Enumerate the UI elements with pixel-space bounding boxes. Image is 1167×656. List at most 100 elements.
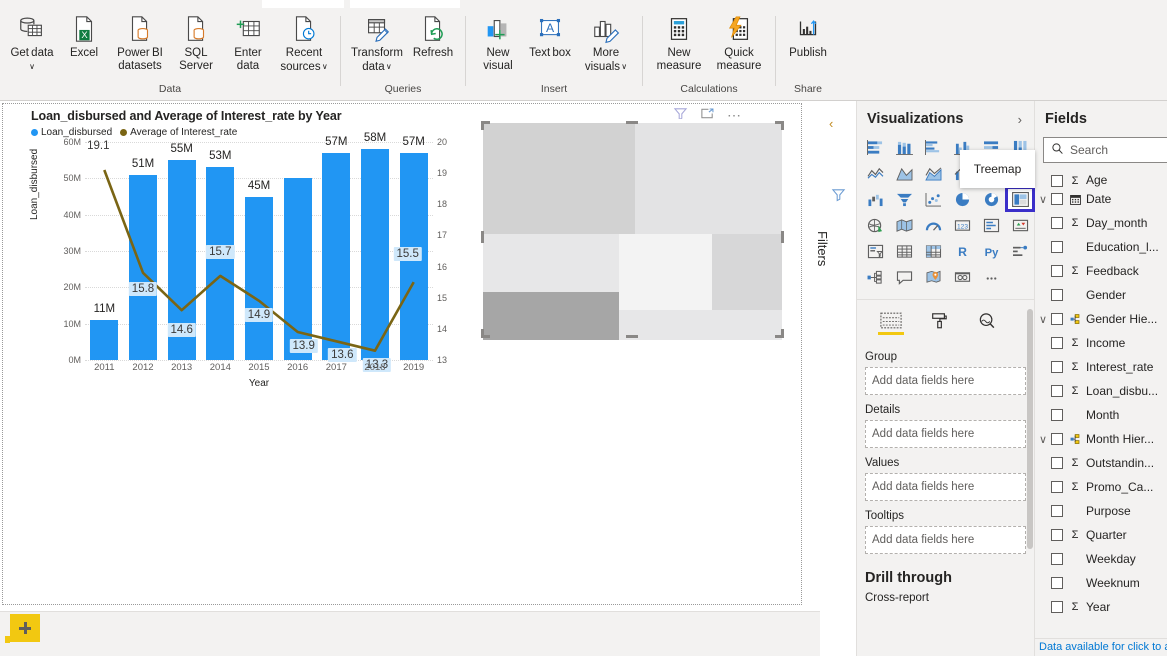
matrix-icon[interactable]: [919, 239, 947, 263]
field-row-weeknum[interactable]: Weeknum: [1035, 571, 1167, 595]
gauge-icon[interactable]: [919, 213, 947, 237]
ribbon-button-power-bi-datasets[interactable]: Power BI datasets: [110, 11, 170, 73]
field-row-interest-rate[interactable]: Σ Interest_rate: [1035, 355, 1167, 379]
chevron-down-icon[interactable]: ∨: [385, 62, 392, 71]
field-row-date[interactable]: ∨ Date: [1035, 187, 1167, 211]
analytics-tab[interactable]: [971, 312, 1003, 342]
table-icon[interactable]: [890, 239, 918, 263]
add-page-button[interactable]: [10, 614, 40, 642]
field-row-promo-ca-[interactable]: Σ Promo_Ca...: [1035, 475, 1167, 499]
field-checkbox[interactable]: [1051, 193, 1063, 205]
key-influencers-icon[interactable]: [1006, 239, 1034, 263]
bar-2015[interactable]: [245, 196, 273, 360]
ribbon-button-get-data[interactable]: Get data ∨: [6, 11, 58, 74]
bar-2011[interactable]: [90, 320, 119, 360]
bar-2017[interactable]: [322, 152, 351, 360]
field-checkbox[interactable]: [1051, 175, 1063, 187]
selection-handle[interactable]: [481, 329, 484, 338]
field-checkbox[interactable]: [1051, 505, 1063, 517]
field-row-income[interactable]: Σ Income: [1035, 331, 1167, 355]
field-checkbox[interactable]: [1051, 265, 1063, 277]
line-chart-icon[interactable]: [861, 161, 889, 185]
r-script-visual-icon[interactable]: R: [948, 239, 976, 263]
legend-item[interactable]: Average of Interest_rate: [120, 127, 237, 138]
field-row-purpose[interactable]: Purpose: [1035, 499, 1167, 523]
ribbon-button-publish[interactable]: Publish: [782, 11, 834, 60]
ribbon-button-text-box[interactable]: A Text box: [524, 11, 576, 60]
well-dropzone-group[interactable]: Add data fields here: [865, 367, 1026, 395]
ribbon-button-enter-data[interactable]: Enter data: [222, 11, 274, 73]
card-icon[interactable]: 123: [948, 213, 976, 237]
selection-handle[interactable]: [481, 121, 484, 130]
chevron-down-icon[interactable]: ∨: [321, 62, 328, 71]
bar-2018[interactable]: [361, 149, 389, 360]
bar-2014[interactable]: [206, 167, 235, 360]
selection-handle[interactable]: [781, 231, 784, 243]
stacked-column-chart-icon[interactable]: [890, 135, 918, 159]
field-checkbox[interactable]: [1051, 289, 1063, 301]
kpi-icon[interactable]: [1006, 213, 1034, 237]
field-row-age[interactable]: Σ Age: [1035, 173, 1167, 187]
fields-tab[interactable]: [875, 312, 907, 342]
field-row-weekday[interactable]: Weekday: [1035, 547, 1167, 571]
field-row-feedback[interactable]: Σ Feedback: [1035, 259, 1167, 283]
well-dropzone-values[interactable]: Add data fields here: [865, 473, 1026, 501]
field-row-day-month[interactable]: Σ Day_month: [1035, 211, 1167, 235]
waterfall-chart-icon[interactable]: [861, 187, 889, 211]
well-dropzone-tooltips[interactable]: Add data fields here: [865, 526, 1026, 554]
field-row-education-l-[interactable]: Education_l...: [1035, 235, 1167, 259]
chevron-right-icon[interactable]: ›: [1018, 112, 1022, 127]
decomposition-tree-icon[interactable]: [861, 265, 889, 289]
filled-map-icon[interactable]: [890, 213, 918, 237]
ribbon-button-new-visual[interactable]: New visual: [472, 11, 524, 73]
expand-chevron-icon[interactable]: ∨: [1035, 193, 1051, 206]
ribbon-button-transform-data[interactable]: Transform data ∨: [347, 11, 407, 74]
field-checkbox[interactable]: [1051, 481, 1063, 493]
ribbon-button-recent-sources[interactable]: Recent sources ∨: [274, 11, 334, 74]
stacked-bar-chart-icon[interactable]: [861, 135, 889, 159]
bar-2016[interactable]: [283, 178, 312, 360]
field-checkbox[interactable]: [1051, 361, 1063, 373]
chevron-down-icon[interactable]: ∨: [620, 62, 627, 71]
treemap-icon[interactable]: [1005, 186, 1035, 212]
stacked-area-chart-icon[interactable]: [919, 161, 947, 185]
field-checkbox[interactable]: [1051, 313, 1063, 325]
bars-layer[interactable]: [85, 142, 433, 360]
selection-handle[interactable]: [781, 121, 784, 130]
selection-handle[interactable]: [626, 121, 638, 124]
field-checkbox[interactable]: [1051, 529, 1063, 541]
field-checkbox[interactable]: [1051, 385, 1063, 397]
visualizations-tabs[interactable]: [857, 299, 1034, 342]
bar-2012[interactable]: [129, 174, 157, 360]
well-dropzone-details[interactable]: Add data fields here: [865, 420, 1026, 448]
field-checkbox[interactable]: [1051, 409, 1063, 421]
ribbon-button-sql-server[interactable]: SQL Server: [170, 11, 222, 73]
search-input[interactable]: Search: [1043, 137, 1167, 163]
more-options-icon[interactable]: [977, 265, 1005, 289]
expand-filters-chevron-icon[interactable]: ‹: [829, 116, 833, 131]
field-row-year[interactable]: Σ Year: [1035, 595, 1167, 613]
scatter-chart-icon[interactable]: [919, 187, 947, 211]
pie-chart-icon[interactable]: [948, 187, 976, 211]
area-chart-icon[interactable]: [890, 161, 918, 185]
field-row-quarter[interactable]: Σ Quarter: [1035, 523, 1167, 547]
qna-icon[interactable]: [890, 265, 918, 289]
selection-handle[interactable]: [481, 231, 484, 243]
field-row-loan-disbu-[interactable]: Σ Loan_disbu...: [1035, 379, 1167, 403]
funnel-icon[interactable]: [890, 187, 918, 211]
combo-chart-visual[interactable]: Loan_disbursed and Average of Interest_r…: [29, 109, 461, 409]
multi-row-card-icon[interactable]: [977, 213, 1005, 237]
field-checkbox[interactable]: [1051, 433, 1063, 445]
field-checkbox[interactable]: [1051, 577, 1063, 589]
donut-chart-icon[interactable]: [977, 187, 1005, 211]
clustered-bar-chart-icon[interactable]: [919, 135, 947, 159]
field-row-gender-hie-[interactable]: ∨ Gender Hie...: [1035, 307, 1167, 331]
fields-list[interactable]: Σ Age ∨ Date Σ Day_month Education_l... Σ Fee…: [1035, 173, 1167, 613]
expand-chevron-icon[interactable]: ∨: [1035, 313, 1051, 326]
field-row-gender[interactable]: Gender: [1035, 283, 1167, 307]
field-row-month[interactable]: Month: [1035, 403, 1167, 427]
expand-chevron-icon[interactable]: ∨: [1035, 433, 1051, 446]
selection-handle[interactable]: [781, 329, 784, 338]
field-checkbox[interactable]: [1051, 601, 1063, 613]
map-icon[interactable]: [861, 213, 889, 237]
